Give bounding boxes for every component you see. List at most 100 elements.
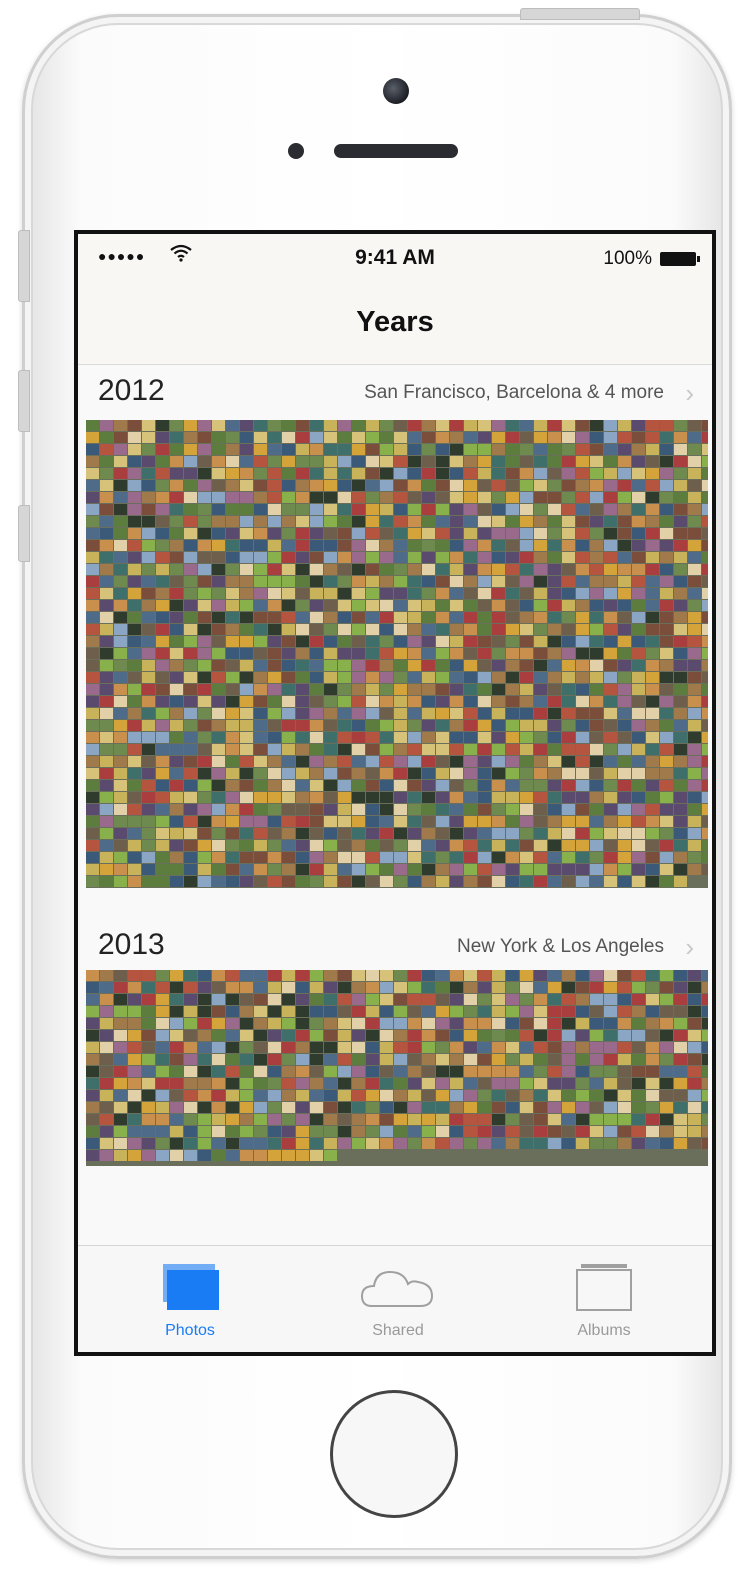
photo-thumbnail[interactable] [590,732,603,743]
photo-thumbnail[interactable] [296,1042,309,1053]
photo-thumbnail[interactable] [618,828,631,839]
photo-thumbnail[interactable] [646,648,659,659]
photo-thumbnail[interactable] [408,876,421,887]
photo-thumbnail[interactable] [352,852,365,863]
photo-thumbnail[interactable] [674,994,687,1005]
photo-thumbnail[interactable] [464,732,477,743]
photo-thumbnail[interactable] [366,444,379,455]
photo-thumbnail[interactable] [534,648,547,659]
photo-thumbnail[interactable] [240,636,253,647]
photo-thumbnail[interactable] [674,432,687,443]
photo-thumbnail[interactable] [212,732,225,743]
photo-thumbnail[interactable] [520,1102,533,1113]
photo-thumbnail[interactable] [212,1138,225,1149]
photo-thumbnail[interactable] [254,624,267,635]
photo-thumbnail[interactable] [394,564,407,575]
photo-thumbnail[interactable] [170,1126,183,1137]
photo-thumbnail[interactable] [310,756,323,767]
photo-thumbnail[interactable] [646,1066,659,1077]
photo-thumbnail[interactable] [506,528,519,539]
photo-thumbnail[interactable] [114,420,127,431]
photo-thumbnail[interactable] [156,756,169,767]
photo-thumbnail[interactable] [394,744,407,755]
photo-thumbnail[interactable] [338,648,351,659]
photo-thumbnail[interactable] [226,1102,239,1113]
photo-thumbnail[interactable] [114,768,127,779]
photo-thumbnail[interactable] [156,1066,169,1077]
photo-thumbnail[interactable] [86,1138,99,1149]
photo-thumbnail[interactable] [380,840,393,851]
photo-thumbnail[interactable] [100,1078,113,1089]
photo-thumbnail[interactable] [198,420,211,431]
photo-mosaic-2013[interactable] [86,970,708,1166]
photo-thumbnail[interactable] [170,552,183,563]
photo-thumbnail[interactable] [212,1054,225,1065]
photo-thumbnail[interactable] [114,696,127,707]
photo-thumbnail[interactable] [156,982,169,993]
photo-thumbnail[interactable] [100,420,113,431]
photo-thumbnail[interactable] [394,444,407,455]
photo-thumbnail[interactable] [618,982,631,993]
photo-thumbnail[interactable] [394,982,407,993]
photo-thumbnail[interactable] [632,982,645,993]
photo-thumbnail[interactable] [590,804,603,815]
photo-thumbnail[interactable] [254,780,267,791]
photo-thumbnail[interactable] [450,588,463,599]
photo-thumbnail[interactable] [506,876,519,887]
photo-thumbnail[interactable] [184,636,197,647]
photo-thumbnail[interactable] [548,982,561,993]
photo-thumbnail[interactable] [254,672,267,683]
photo-thumbnail[interactable] [478,528,491,539]
photo-thumbnail[interactable] [282,828,295,839]
photo-thumbnail[interactable] [128,540,141,551]
photo-thumbnail[interactable] [310,828,323,839]
photo-thumbnail[interactable] [422,492,435,503]
photo-thumbnail[interactable] [520,660,533,671]
photo-thumbnail[interactable] [254,588,267,599]
photo-thumbnail[interactable] [240,1042,253,1053]
photo-thumbnail[interactable] [212,804,225,815]
photo-thumbnail[interactable] [674,660,687,671]
photo-thumbnail[interactable] [590,1066,603,1077]
photo-thumbnail[interactable] [632,816,645,827]
photo-thumbnail[interactable] [394,1102,407,1113]
photo-thumbnail[interactable] [142,648,155,659]
photo-thumbnail[interactable] [520,444,533,455]
photo-thumbnail[interactable] [366,588,379,599]
photo-thumbnail[interactable] [268,852,281,863]
photo-thumbnail[interactable] [128,768,141,779]
photo-thumbnail[interactable] [170,444,183,455]
photo-thumbnail[interactable] [198,528,211,539]
photo-thumbnail[interactable] [324,480,337,491]
photo-thumbnail[interactable] [478,804,491,815]
photo-thumbnail[interactable] [240,420,253,431]
photo-thumbnail[interactable] [408,780,421,791]
photo-thumbnail[interactable] [436,456,449,467]
photo-thumbnail[interactable] [282,420,295,431]
photo-thumbnail[interactable] [156,864,169,875]
photo-thumbnail[interactable] [646,1042,659,1053]
photo-thumbnail[interactable] [604,540,617,551]
photo-thumbnail[interactable] [436,1114,449,1125]
photo-thumbnail[interactable] [688,864,701,875]
photo-thumbnail[interactable] [688,1054,701,1065]
photo-thumbnail[interactable] [380,492,393,503]
photo-thumbnail[interactable] [380,1018,393,1029]
photo-thumbnail[interactable] [366,552,379,563]
photo-thumbnail[interactable] [660,1054,673,1065]
photo-thumbnail[interactable] [142,420,155,431]
photo-thumbnail[interactable] [142,1078,155,1089]
photo-thumbnail[interactable] [142,696,155,707]
photo-thumbnail[interactable] [590,468,603,479]
photo-thumbnail[interactable] [632,780,645,791]
photo-thumbnail[interactable] [506,1090,519,1101]
photo-thumbnail[interactable] [492,982,505,993]
photo-thumbnail[interactable] [422,720,435,731]
photo-thumbnail[interactable] [632,1018,645,1029]
photo-thumbnail[interactable] [282,516,295,527]
photo-thumbnail[interactable] [128,1126,141,1137]
photo-thumbnail[interactable] [688,648,701,659]
photo-thumbnail[interactable] [562,672,575,683]
photo-thumbnail[interactable] [520,588,533,599]
photo-thumbnail[interactable] [100,480,113,491]
